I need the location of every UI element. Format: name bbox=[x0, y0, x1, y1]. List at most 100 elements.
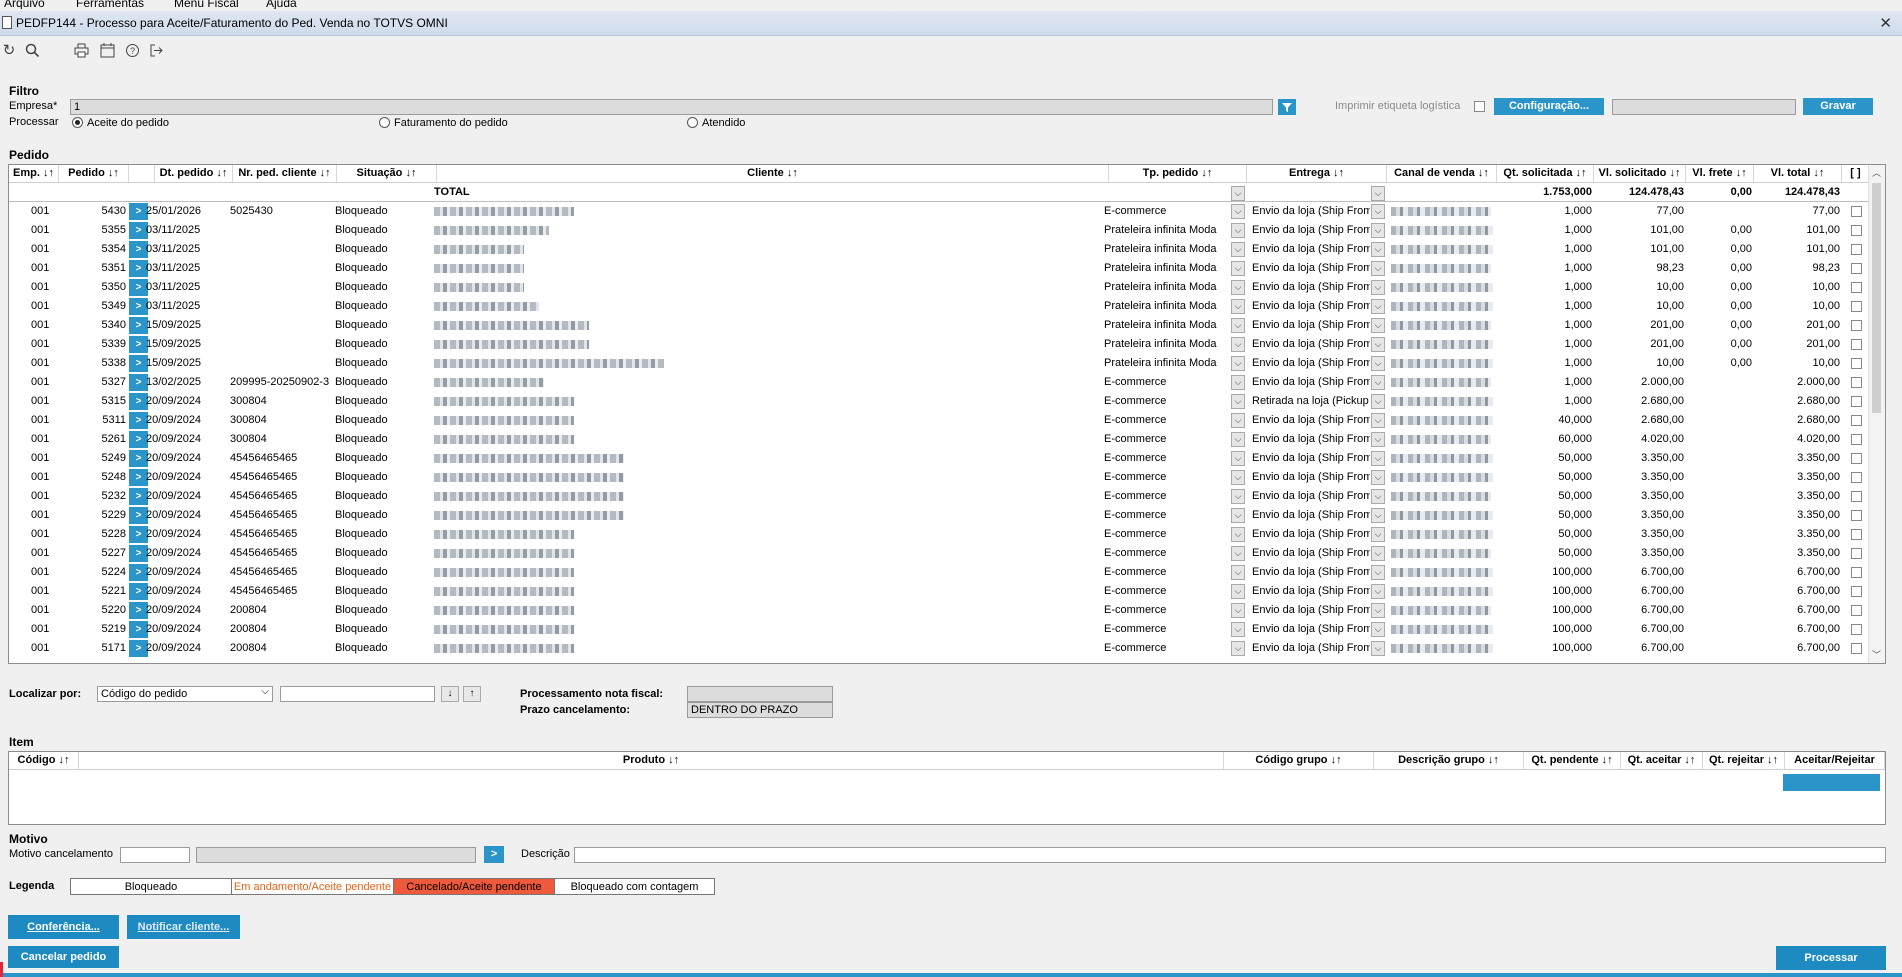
entrega-dropdown[interactable]: ⌵ bbox=[1371, 641, 1385, 656]
col-entrega[interactable]: Entrega ↓↑ bbox=[1247, 165, 1387, 182]
entrega-dropdown[interactable]: ⌵ bbox=[1371, 413, 1385, 428]
row-select-checkbox[interactable] bbox=[1851, 339, 1862, 350]
processar-button[interactable]: Processar bbox=[1776, 946, 1886, 970]
table-row[interactable]: 001 5219 >20/09/2024 200804 Bloqueado E-comme… bbox=[9, 620, 1869, 639]
entrega-dropdown[interactable]: ⌵ bbox=[1371, 375, 1385, 390]
col-qt-solicitada[interactable]: Qt. solicitada ↓↑ bbox=[1497, 165, 1594, 182]
tp-pedido-dropdown[interactable]: ⌵ bbox=[1231, 603, 1245, 618]
row-select-checkbox[interactable] bbox=[1851, 396, 1862, 407]
tp-pedido-dropdown[interactable]: ⌵ bbox=[1231, 318, 1245, 333]
print-checkbox[interactable] bbox=[1474, 101, 1485, 112]
menu-fiscal[interactable]: Menu Fiscal bbox=[174, 0, 239, 9]
item-col-qt-pendente[interactable]: Qt. pendente ↓↑ bbox=[1524, 752, 1621, 769]
motivo-code-input[interactable] bbox=[120, 847, 190, 863]
entrega-dropdown[interactable]: ⌵ bbox=[1371, 470, 1385, 485]
menu-ajuda[interactable]: Ajuda bbox=[266, 0, 297, 9]
tp-pedido-dropdown[interactable]: ⌵ bbox=[1231, 470, 1245, 485]
row-select-checkbox[interactable] bbox=[1851, 320, 1862, 331]
cancelar-pedido-button[interactable]: Cancelar pedido bbox=[8, 946, 119, 968]
menu-arquivo[interactable]: Arquivo bbox=[4, 0, 45, 9]
table-row[interactable]: 001 5311 >20/09/2024 300804 Bloqueado E-comme… bbox=[9, 411, 1869, 430]
table-row[interactable]: 001 5350 >03/11/2025 Bloqueado Prateleira in… bbox=[9, 278, 1869, 297]
calendar-icon[interactable] bbox=[98, 43, 116, 59]
entrega-dropdown[interactable]: ⌵ bbox=[1371, 489, 1385, 504]
tp-pedido-dropdown[interactable]: ⌵ bbox=[1231, 299, 1245, 314]
row-select-checkbox[interactable] bbox=[1851, 225, 1862, 236]
close-icon[interactable]: ✕ bbox=[1879, 14, 1892, 32]
entrega-dropdown[interactable]: ⌵ bbox=[1371, 204, 1385, 219]
table-row[interactable]: 001 5221 >20/09/2024 45456465465 Bloqueado E-… bbox=[9, 582, 1869, 601]
radio-atendido[interactable] bbox=[687, 117, 698, 128]
empresa-input[interactable]: 1 bbox=[70, 99, 1273, 115]
table-row[interactable]: 001 5355 >03/11/2025 Bloqueado Prateleira in… bbox=[9, 221, 1869, 240]
item-col-qt-aceitar[interactable]: Qt. aceitar ↓↑ bbox=[1621, 752, 1703, 769]
print-icon[interactable] bbox=[72, 43, 90, 59]
radio-faturamento[interactable] bbox=[379, 117, 390, 128]
entrega-dropdown[interactable]: ⌵ bbox=[1371, 603, 1385, 618]
table-row[interactable]: 001 5351 >03/11/2025 Bloqueado Prateleira in… bbox=[9, 259, 1869, 278]
entrega-dropdown[interactable]: ⌵ bbox=[1371, 356, 1385, 371]
entrega-dropdown[interactable]: ⌵ bbox=[1371, 508, 1385, 523]
item-col-descricao-grupo[interactable]: Descrição grupo ↓↑ bbox=[1374, 752, 1524, 769]
row-select-checkbox[interactable] bbox=[1851, 282, 1862, 293]
table-row[interactable]: 001 5349 >03/11/2025 Bloqueado Prateleira in… bbox=[9, 297, 1869, 316]
row-select-checkbox[interactable] bbox=[1851, 605, 1862, 616]
tp-pedido-dropdown[interactable]: ⌵ bbox=[1231, 489, 1245, 504]
row-select-checkbox[interactable] bbox=[1851, 510, 1862, 521]
arrow-up-icon[interactable]: ↑ bbox=[463, 686, 481, 702]
tp-pedido-dropdown[interactable]: ⌵ bbox=[1231, 242, 1245, 257]
col-vl-solicitado[interactable]: Vl. solicitado ↓↑ bbox=[1594, 165, 1686, 182]
row-select-checkbox[interactable] bbox=[1851, 206, 1862, 217]
tp-pedido-dropdown[interactable]: ⌵ bbox=[1231, 375, 1245, 390]
col-pedido[interactable]: Pedido ↓↑ bbox=[59, 165, 129, 182]
table-row[interactable]: 001 5261 >20/09/2024 300804 Bloqueado E-comme… bbox=[9, 430, 1869, 449]
entrega-dropdown[interactable]: ⌵ bbox=[1371, 242, 1385, 257]
tp-pedido-dropdown[interactable]: ⌵ bbox=[1231, 204, 1245, 219]
tp-filter-icon[interactable]: ⌵ bbox=[1231, 186, 1245, 201]
row-select-checkbox[interactable] bbox=[1851, 358, 1862, 369]
tp-pedido-dropdown[interactable]: ⌵ bbox=[1231, 280, 1245, 295]
tp-pedido-dropdown[interactable]: ⌵ bbox=[1231, 641, 1245, 656]
row-select-checkbox[interactable] bbox=[1851, 263, 1862, 274]
col-select-all[interactable]: [ ] bbox=[1842, 165, 1870, 182]
entrega-dropdown[interactable]: ⌵ bbox=[1371, 337, 1385, 352]
col-tp-pedido[interactable]: Tp. pedido ↓↑ bbox=[1109, 165, 1247, 182]
notificar-cliente-button[interactable]: Notificar cliente... bbox=[127, 915, 240, 939]
entrega-filter-icon[interactable]: ⌵ bbox=[1371, 186, 1385, 201]
tp-pedido-dropdown[interactable]: ⌵ bbox=[1231, 451, 1245, 466]
col-vl-total[interactable]: Vl. total ↓↑ bbox=[1754, 165, 1842, 182]
save-button[interactable]: Gravar bbox=[1803, 98, 1873, 115]
table-row[interactable]: 001 5339 >15/09/2025 Bloqueado Prateleira in… bbox=[9, 335, 1869, 354]
item-col-codigo-grupo[interactable]: Código grupo ↓↑ bbox=[1224, 752, 1374, 769]
entrega-dropdown[interactable]: ⌵ bbox=[1371, 546, 1385, 561]
help-icon[interactable]: ? bbox=[123, 43, 141, 59]
row-select-checkbox[interactable] bbox=[1851, 415, 1862, 426]
entrega-dropdown[interactable]: ⌵ bbox=[1371, 280, 1385, 295]
tp-pedido-dropdown[interactable]: ⌵ bbox=[1231, 432, 1245, 447]
locate-search-input[interactable] bbox=[280, 686, 435, 702]
tp-pedido-dropdown[interactable]: ⌵ bbox=[1231, 565, 1245, 580]
col-dt-pedido[interactable]: Dt. pedido ↓↑ bbox=[155, 165, 233, 182]
entrega-dropdown[interactable]: ⌵ bbox=[1371, 318, 1385, 333]
tp-pedido-dropdown[interactable]: ⌵ bbox=[1231, 527, 1245, 542]
tp-pedido-dropdown[interactable]: ⌵ bbox=[1231, 622, 1245, 637]
row-select-checkbox[interactable] bbox=[1851, 453, 1862, 464]
locate-select[interactable]: Código do pedido ⌵ bbox=[97, 686, 273, 702]
table-row[interactable]: 001 5224 >20/09/2024 45456465465 Bloqueado E-… bbox=[9, 563, 1869, 582]
row-select-checkbox[interactable] bbox=[1851, 377, 1862, 388]
table-row[interactable]: 001 5229 >20/09/2024 45456465465 Bloqueado E-… bbox=[9, 506, 1869, 525]
row-select-checkbox[interactable] bbox=[1851, 586, 1862, 597]
entrega-dropdown[interactable]: ⌵ bbox=[1371, 223, 1385, 238]
refresh-icon[interactable]: ↻ bbox=[0, 43, 18, 59]
row-select-checkbox[interactable] bbox=[1851, 472, 1862, 483]
table-row[interactable]: 001 5171 >20/09/2024 200804 Bloqueado E-comme… bbox=[9, 639, 1869, 658]
table-row[interactable]: 001 5315 >20/09/2024 300804 Bloqueado E-comme… bbox=[9, 392, 1869, 411]
radio-aceite[interactable] bbox=[72, 117, 83, 128]
motivo-go-button[interactable]: > bbox=[484, 846, 504, 863]
table-row[interactable]: 001 5228 >20/09/2024 45456465465 Bloqueado E-… bbox=[9, 525, 1869, 544]
row-select-checkbox[interactable] bbox=[1851, 491, 1862, 502]
entrega-dropdown[interactable]: ⌵ bbox=[1371, 584, 1385, 599]
row-select-checkbox[interactable] bbox=[1851, 529, 1862, 540]
row-select-checkbox[interactable] bbox=[1851, 624, 1862, 635]
entrega-dropdown[interactable]: ⌵ bbox=[1371, 527, 1385, 542]
